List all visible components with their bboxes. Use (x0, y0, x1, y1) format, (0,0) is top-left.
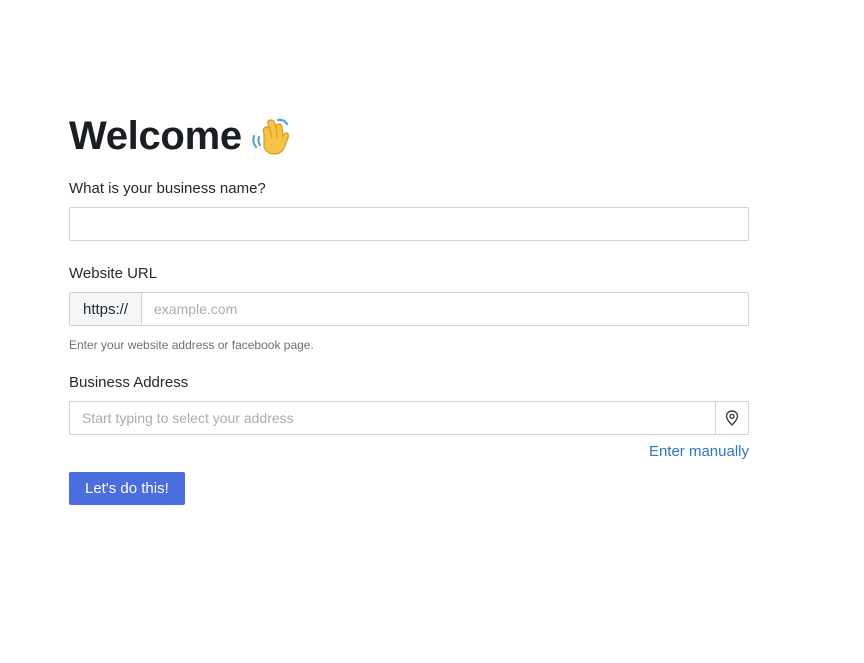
website-url-input[interactable] (142, 293, 748, 325)
page-title: Welcome (69, 114, 242, 158)
locate-button[interactable] (715, 402, 748, 434)
welcome-form: Welcome What is your business name? Webs… (69, 112, 749, 505)
business-address-label: Business Address (69, 374, 189, 391)
website-help-text: Enter your website address or facebook p… (69, 338, 314, 352)
enter-manually-link[interactable]: Enter manually (649, 443, 749, 460)
manual-row: Enter manually (69, 443, 749, 460)
waving-hand-icon (248, 114, 292, 158)
location-pin-icon (725, 410, 739, 426)
business-name-input[interactable] (69, 207, 749, 241)
business-address-group (69, 401, 749, 435)
submit-button[interactable]: Let's do this! (69, 472, 185, 505)
url-prefix: https:// (70, 293, 142, 325)
business-address-input[interactable] (70, 402, 715, 434)
website-url-group: https:// (69, 292, 749, 326)
title-row: Welcome (69, 112, 749, 160)
website-url-label: Website URL (69, 265, 158, 282)
business-name-label: What is your business name? (69, 180, 266, 197)
